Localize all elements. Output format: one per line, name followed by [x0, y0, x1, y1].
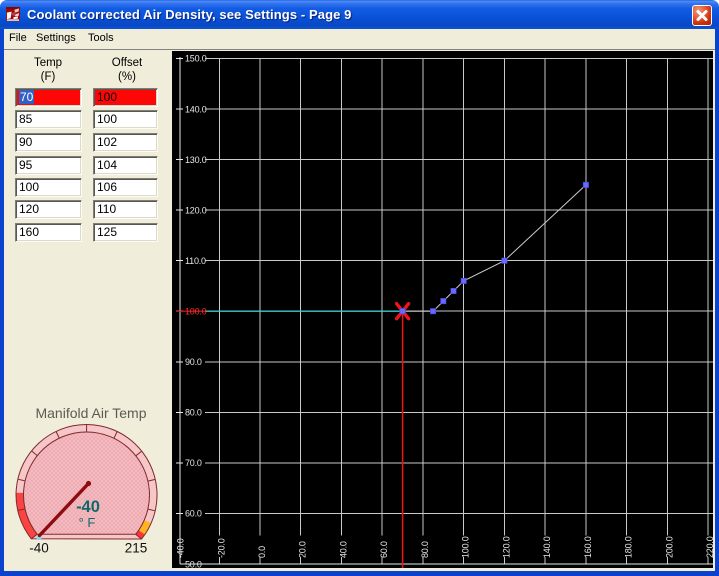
svg-text:100.0: 100.0	[461, 536, 471, 558]
svg-text:120.0: 120.0	[185, 205, 207, 215]
svg-text:200.0: 200.0	[664, 536, 674, 558]
svg-text:-40: -40	[76, 498, 100, 516]
svg-text:140.0: 140.0	[185, 104, 207, 114]
svg-text:150.0: 150.0	[185, 54, 207, 64]
svg-text:120.0: 120.0	[501, 536, 511, 558]
svg-text:80.0: 80.0	[185, 408, 202, 418]
svg-text:180.0: 180.0	[624, 536, 634, 558]
svg-text:° F: ° F	[79, 515, 96, 530]
svg-text:60.0: 60.0	[185, 509, 202, 519]
svg-text:100.0: 100.0	[185, 306, 207, 316]
svg-text:130.0: 130.0	[185, 155, 207, 165]
svg-text:110.0: 110.0	[185, 256, 206, 266]
svg-text:-20.0: -20.0	[216, 538, 226, 558]
svg-text:-40.0: -40.0	[176, 538, 186, 558]
svg-text:215: 215	[125, 541, 148, 556]
svg-text:40.0: 40.0	[339, 541, 349, 558]
svg-text:220.0: 220.0	[705, 536, 713, 558]
svg-text:160.0: 160.0	[583, 536, 593, 558]
svg-text:-40: -40	[29, 541, 49, 556]
svg-text:80.0: 80.0	[420, 541, 430, 558]
svg-text:60.0: 60.0	[379, 541, 389, 558]
svg-text:70.0: 70.0	[185, 458, 202, 468]
svg-text:20.0: 20.0	[298, 541, 308, 558]
svg-text:90.0: 90.0	[185, 357, 202, 367]
svg-text:140.0: 140.0	[542, 536, 552, 558]
svg-text:50.0: 50.0	[185, 560, 202, 569]
svg-text:0.0: 0.0	[257, 546, 267, 558]
